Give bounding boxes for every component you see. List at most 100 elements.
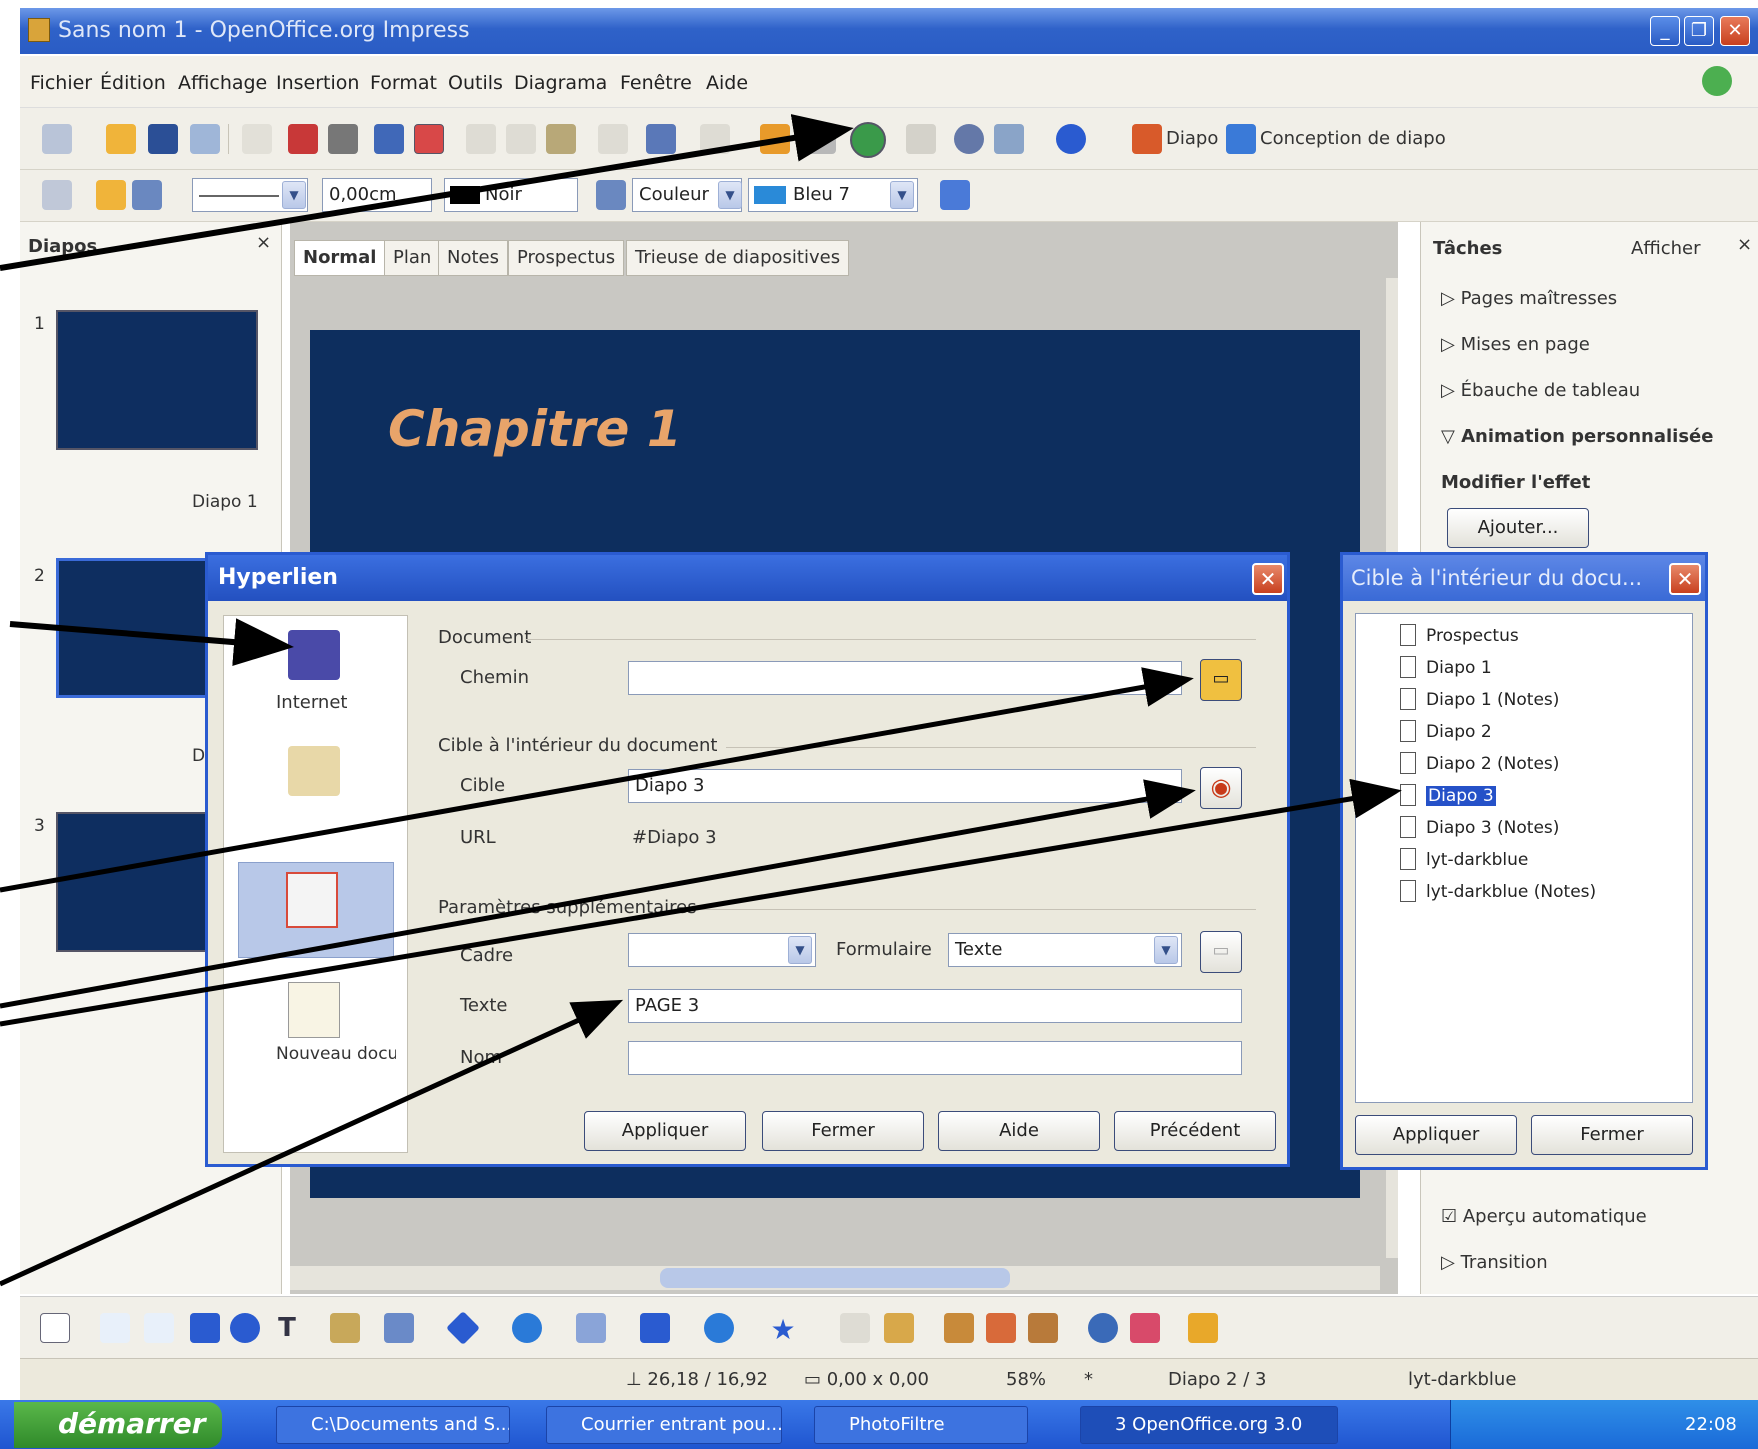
edit-file-icon[interactable]: [242, 124, 272, 154]
events-button[interactable]: ▭: [1200, 931, 1242, 973]
chevron-down-icon[interactable]: ▼: [788, 936, 812, 964]
close-icon[interactable]: ×: [256, 232, 271, 253]
from-file-icon[interactable]: [986, 1313, 1016, 1343]
menu-diagrama[interactable]: Diagrama: [514, 72, 607, 94]
star-icon[interactable]: ★: [768, 1313, 798, 1346]
fontwork-icon[interactable]: [944, 1313, 974, 1343]
menu-edition[interactable]: Édition: [100, 72, 166, 94]
zoom-level[interactable]: 58%: [1006, 1369, 1046, 1390]
task-photofiltre[interactable]: PhotoFiltre: [814, 1406, 1028, 1444]
tab-notes[interactable]: Notes: [438, 240, 508, 276]
shadow-icon[interactable]: [940, 180, 970, 210]
slide-thumbnail-1[interactable]: [56, 310, 258, 450]
tab-normal[interactable]: Normal: [294, 240, 386, 276]
styles-icon[interactable]: [42, 180, 72, 210]
ellipse-icon[interactable]: [230, 1313, 260, 1343]
menu-fenetre[interactable]: Fenêtre: [620, 72, 692, 94]
tree-item[interactable]: lyt-darkblue: [1426, 850, 1528, 870]
apply-button[interactable]: Appliquer: [1355, 1115, 1517, 1155]
new-document-icon[interactable]: [42, 124, 72, 154]
export-pdf-icon[interactable]: [288, 124, 318, 154]
slide-icon[interactable]: [1132, 124, 1162, 154]
line-tool-icon[interactable]: [100, 1313, 130, 1343]
diapo-button[interactable]: Diapo: [1166, 128, 1218, 149]
table-icon[interactable]: [806, 124, 836, 154]
tab-plan[interactable]: Plan: [384, 240, 441, 276]
save-icon[interactable]: [148, 124, 178, 154]
zoom-icon[interactable]: [994, 124, 1024, 154]
slide-title[interactable]: Chapitre 1: [388, 400, 682, 458]
tree-item[interactable]: Diapo 1 (Notes): [1426, 690, 1559, 710]
curve-icon[interactable]: [330, 1313, 360, 1343]
tree-item[interactable]: Prospectus: [1426, 626, 1519, 646]
menu-aide[interactable]: Aide: [706, 72, 748, 94]
open-file-button[interactable]: ▭: [1200, 659, 1242, 701]
category-new-document[interactable]: Nouveau document: [276, 1044, 396, 1064]
rectangle-icon[interactable]: [190, 1313, 220, 1343]
new-document-icon[interactable]: [288, 982, 340, 1038]
slide-design-button[interactable]: Conception de diapo: [1260, 128, 1446, 149]
path-input[interactable]: [628, 661, 1182, 695]
menu-outils[interactable]: Outils: [448, 72, 503, 94]
close-icon[interactable]: ×: [1737, 234, 1752, 255]
view-menu[interactable]: Afficher: [1631, 238, 1701, 259]
help-icon[interactable]: [1056, 124, 1086, 154]
glue-icon[interactable]: [884, 1313, 914, 1343]
internet-icon[interactable]: [288, 630, 340, 680]
back-button[interactable]: Précédent: [1114, 1111, 1276, 1151]
menu-affichage[interactable]: Affichage: [178, 72, 267, 94]
connector-icon[interactable]: [384, 1313, 414, 1343]
section-layouts[interactable]: ▷ Mises en page: [1441, 334, 1590, 355]
task-openoffice[interactable]: 3 OpenOffice.org 3.0: [1080, 1406, 1338, 1444]
restore-button[interactable]: ❐: [1684, 16, 1714, 46]
grid-icon[interactable]: [906, 124, 936, 154]
hyperlink-icon[interactable]: [850, 122, 886, 158]
line-width-field[interactable]: 0,00cm: [322, 178, 432, 212]
target-in-document-button[interactable]: ◉: [1200, 767, 1242, 809]
form-select[interactable]: Texte: [948, 933, 1182, 967]
section-master-pages[interactable]: ▷ Pages maîtresses: [1441, 288, 1617, 309]
apply-button[interactable]: Appliquer: [584, 1111, 746, 1151]
alignment-icon[interactable]: [1130, 1313, 1160, 1343]
slide-design-icon[interactable]: [1226, 124, 1256, 154]
minimize-button[interactable]: _: [1650, 16, 1680, 46]
redo-icon[interactable]: [700, 124, 730, 154]
gallery-icon[interactable]: [1028, 1313, 1058, 1343]
symbol-shapes-icon[interactable]: [512, 1313, 542, 1343]
fill-bucket-icon[interactable]: [596, 180, 626, 210]
chevron-down-icon[interactable]: ▼: [718, 181, 742, 209]
menu-insertion[interactable]: Insertion: [276, 72, 359, 94]
select-icon[interactable]: [40, 1313, 70, 1343]
tree-item-selected[interactable]: Diapo 3: [1426, 786, 1496, 806]
add-effect-button[interactable]: Ajouter...: [1447, 508, 1589, 548]
navigator-icon[interactable]: [954, 124, 984, 154]
task-mail[interactable]: Courrier entrant pou...: [546, 1406, 782, 1444]
menu-fichier[interactable]: Fichier: [30, 72, 92, 94]
paste-icon[interactable]: [546, 124, 576, 154]
auto-preview-checkbox[interactable]: ☑ Aperçu automatique: [1441, 1206, 1647, 1227]
tree-item[interactable]: Diapo 2 (Notes): [1426, 754, 1559, 774]
text-tool-icon[interactable]: T: [272, 1313, 302, 1343]
autospellcheck-icon[interactable]: [414, 124, 444, 154]
arrange-icon[interactable]: [1188, 1313, 1218, 1343]
undo-icon[interactable]: [646, 124, 676, 154]
tree-item[interactable]: Diapo 3 (Notes): [1426, 818, 1559, 838]
close-button[interactable]: Fermer: [1531, 1115, 1693, 1155]
chevron-down-icon[interactable]: ▼: [282, 181, 306, 209]
horizontal-scrollbar[interactable]: [290, 1266, 1380, 1290]
tree-item[interactable]: Diapo 2: [1426, 722, 1492, 742]
clone-format-icon[interactable]: [598, 124, 628, 154]
close-dialog-button[interactable]: ✕: [1669, 563, 1701, 595]
name-input[interactable]: [628, 1041, 1242, 1075]
callout-icon[interactable]: [704, 1313, 734, 1343]
target-input[interactable]: Diapo 3: [628, 769, 1182, 803]
document-icon[interactable]: [286, 872, 338, 928]
arrow-tool-icon[interactable]: [144, 1313, 174, 1343]
section-transition[interactable]: ▷ Transition: [1441, 1252, 1548, 1273]
basic-shapes-icon[interactable]: [446, 1311, 480, 1345]
copy-icon[interactable]: [506, 124, 536, 154]
print-icon[interactable]: [328, 124, 358, 154]
cut-icon[interactable]: [466, 124, 496, 154]
chevron-down-icon[interactable]: ▼: [1154, 936, 1178, 964]
chevron-down-icon[interactable]: ▼: [890, 181, 914, 209]
